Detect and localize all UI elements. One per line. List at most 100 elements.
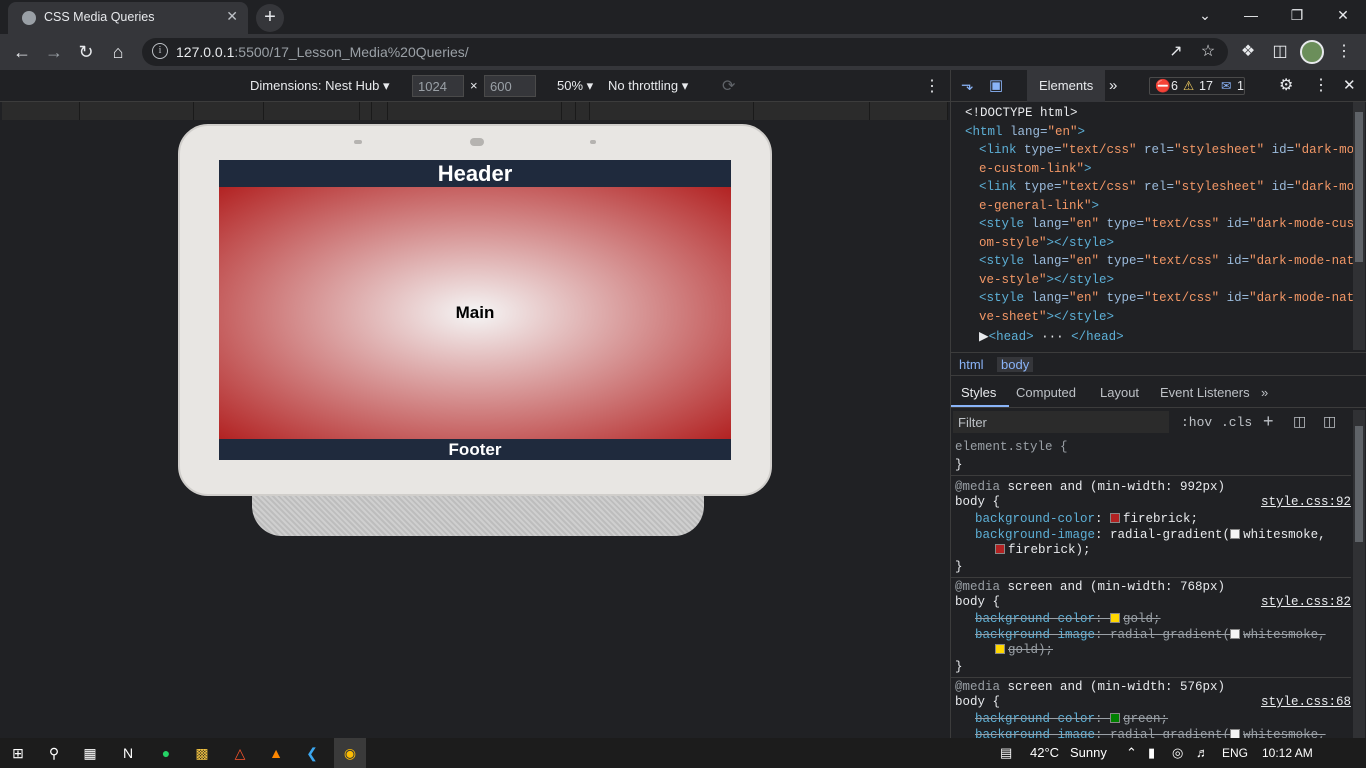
side-panel-icon[interactable]: ◫ <box>1268 40 1292 64</box>
dom-node-line[interactable]: <html lang="en"> <box>965 125 1085 139</box>
dom-node-line[interactable]: <!DOCTYPE html> <box>965 106 1078 120</box>
tab-search-icon[interactable]: ⌄ <box>1182 0 1228 32</box>
scrollbar-thumb[interactable] <box>1355 426 1363 542</box>
media-query-segment[interactable] <box>2 102 80 120</box>
css-declaration[interactable]: background-color: gold; <box>975 612 1161 626</box>
dom-node-line[interactable]: ▶<head> ··· </head> <box>979 328 1124 344</box>
whatsapp-icon[interactable]: ● <box>156 743 176 763</box>
rule-selector[interactable]: body { <box>955 695 1000 709</box>
dom-node-line[interactable]: om-style"></style> <box>979 236 1114 250</box>
chevron-up-icon[interactable]: ⌃ <box>1126 745 1137 761</box>
breadcrumb-body[interactable]: body <box>997 357 1034 372</box>
device-toggle-icon[interactable]: ▣ <box>989 70 1003 102</box>
tab-elements[interactable]: Elements <box>1027 70 1105 102</box>
media-query-segment[interactable] <box>264 102 360 120</box>
clock[interactable]: 10:12 AM <box>1262 746 1313 760</box>
settings-gear-icon[interactable]: ⚙ <box>1279 70 1293 102</box>
bookmark-star-icon[interactable]: ☆ <box>1196 40 1220 64</box>
news-icon[interactable]: ▤ <box>1000 745 1012 761</box>
device-toolbar-menu-icon[interactable]: ⋮ <box>924 76 940 96</box>
inspect-element-icon[interactable]: ⬎ <box>961 70 974 102</box>
dom-node-line[interactable]: ve-style"></style> <box>979 273 1114 287</box>
css-declaration[interactable]: background-image: radial-gradient(whites… <box>975 528 1326 542</box>
dom-node-line[interactable]: <style lang="en" type="text/css" id="dar… <box>979 254 1362 268</box>
breadcrumb-html[interactable]: html <box>959 357 984 372</box>
css-declaration[interactable]: background-color: green; <box>975 712 1168 726</box>
network-globe-icon[interactable]: ◎ <box>1172 745 1183 761</box>
vscode-icon[interactable]: ❮ <box>302 743 322 763</box>
vlc-icon[interactable]: ▲ <box>266 743 286 763</box>
css-declaration[interactable]: background-color: firebrick; <box>975 512 1198 526</box>
css-declaration[interactable]: background-image: radial-gradient(whites… <box>975 728 1326 738</box>
styles-tab[interactable]: Event Listeners <box>1160 385 1250 400</box>
tab-close-icon[interactable]: ✕ <box>226 8 238 25</box>
new-tab-button[interactable]: + <box>256 4 284 32</box>
source-link[interactable]: style.css:82 <box>1261 595 1351 609</box>
media-query-segment[interactable] <box>870 102 948 120</box>
filter-input[interactable]: Filter <box>958 415 987 430</box>
weather-condition[interactable]: Sunny <box>1070 745 1107 760</box>
scrollbar-thumb[interactable] <box>1355 112 1363 262</box>
menu-kebab-icon[interactable]: ⋮ <box>1332 40 1356 64</box>
media-query-segment[interactable] <box>372 102 388 120</box>
more-tabs-icon[interactable]: » <box>1109 70 1117 102</box>
address-bar[interactable]: i 127.0.0.1:5500/17_Lesson_Media%20Queri… <box>142 38 1228 66</box>
elements-scrollbar[interactable] <box>1353 102 1365 350</box>
rule-selector[interactable]: body { <box>955 495 1000 509</box>
width-input[interactable]: 1024 <box>412 75 464 97</box>
styles-tab[interactable]: Layout <box>1100 385 1139 400</box>
dom-node-line[interactable]: e-general-link"> <box>979 199 1099 213</box>
css-declaration[interactable]: background-image: radial-gradient(whites… <box>975 628 1326 642</box>
dom-node-line[interactable]: ve-sheet"></style> <box>979 310 1114 324</box>
restore-button[interactable]: ❐ <box>1274 0 1320 32</box>
styles-tab[interactable]: » <box>1261 385 1268 400</box>
dom-node-line[interactable]: <style lang="en" type="text/css" id="dar… <box>979 291 1362 305</box>
notion-icon[interactable]: N <box>118 743 138 763</box>
media-query-segment[interactable] <box>194 102 264 120</box>
windows-start-icon[interactable]: ⊞ <box>8 743 28 763</box>
close-window-button[interactable]: ✕ <box>1320 0 1366 32</box>
task-view-icon[interactable]: ▦ <box>80 743 100 763</box>
back-arrow-icon[interactable]: ← <box>8 38 36 66</box>
media-query-segment[interactable] <box>754 102 870 120</box>
dom-node-line[interactable]: e-custom-link"> <box>979 162 1092 176</box>
brave-icon[interactable]: △ <box>230 743 250 763</box>
close-devtools-icon[interactable]: ✕ <box>1343 70 1356 102</box>
extensions-icon[interactable]: ❖ <box>1236 40 1260 64</box>
throttling-dropdown[interactable]: No throttling ▾ <box>608 78 688 94</box>
paint-roller-icon[interactable]: ◫ <box>1293 413 1306 430</box>
battery-icon[interactable]: ▮ <box>1148 745 1155 761</box>
media-query-segment[interactable] <box>360 102 372 120</box>
language-indicator[interactable]: ENG <box>1222 746 1248 760</box>
source-link[interactable]: style.css:68 <box>1261 695 1351 709</box>
rule-selector[interactable]: body { <box>955 595 1000 609</box>
forward-arrow-icon[interactable]: → <box>40 38 68 66</box>
browser-tab[interactable]: CSS Media Queries ✕ <box>8 2 248 34</box>
share-icon[interactable]: ↗ <box>1164 40 1188 64</box>
chrome-icon[interactable]: ◉ <box>334 738 366 768</box>
media-query-segment[interactable] <box>388 102 562 120</box>
styles-tab[interactable]: Computed <box>1016 385 1076 400</box>
sidebar-toggle-icon[interactable]: ◫ <box>1323 413 1336 430</box>
height-input[interactable]: 600 <box>484 75 536 97</box>
styles-tab[interactable]: Styles <box>961 385 996 400</box>
dom-node-line[interactable]: <link type="text/css" rel="stylesheet" i… <box>979 143 1362 157</box>
volume-icon[interactable]: ♬ <box>1196 745 1209 760</box>
zoom-dropdown[interactable]: 50% ▾ <box>557 78 593 94</box>
source-link[interactable]: style.css:92 <box>1261 495 1351 509</box>
hov-toggle[interactable]: :hov <box>1181 415 1212 430</box>
new-rule-plus-icon[interactable]: + <box>1263 411 1274 432</box>
devtools-menu-icon[interactable]: ⋮ <box>1313 70 1329 102</box>
styles-scrollbar[interactable] <box>1353 410 1365 738</box>
reload-icon[interactable]: ↻ <box>72 38 100 66</box>
media-query-segment[interactable] <box>562 102 576 120</box>
info-icon[interactable]: i <box>152 43 168 59</box>
media-query-segment[interactable] <box>576 102 590 120</box>
media-query-segment[interactable] <box>80 102 194 120</box>
media-query-segment[interactable] <box>590 102 754 120</box>
dom-node-line[interactable]: <link type="text/css" rel="stylesheet" i… <box>979 180 1362 194</box>
rotate-icon[interactable]: ⟳ <box>722 76 735 96</box>
minimize-button[interactable]: — <box>1228 0 1274 32</box>
element-style-selector[interactable]: element.style { <box>955 440 1068 454</box>
search-icon[interactable]: ⚲ <box>44 743 64 763</box>
